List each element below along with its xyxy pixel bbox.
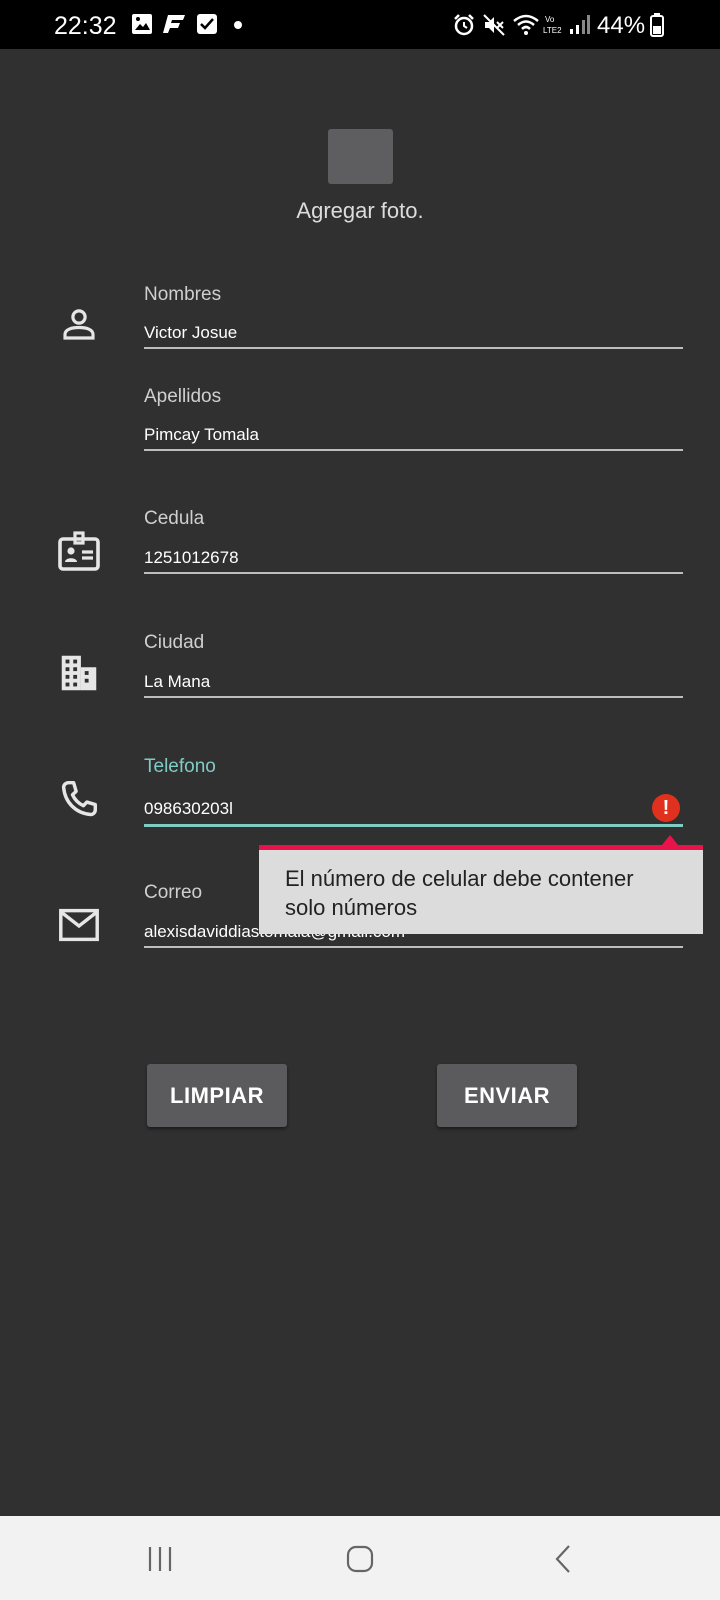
person-icon xyxy=(63,309,95,340)
recent-apps-icon[interactable] xyxy=(145,1544,175,1574)
status-bar: 22:32 Vo LTE2 44% xyxy=(0,0,720,49)
image-icon xyxy=(132,14,152,34)
home-icon[interactable] xyxy=(345,1544,375,1574)
app-f-icon xyxy=(163,15,185,33)
nombres-underline xyxy=(144,347,683,349)
svg-text:Vo: Vo xyxy=(545,15,555,24)
error-popup-arrow xyxy=(662,835,678,845)
navigation-bar xyxy=(0,1516,720,1600)
clear-button[interactable]: LIMPIAR xyxy=(147,1064,287,1127)
nombres-input[interactable]: Victor Josue xyxy=(144,323,237,343)
send-button[interactable]: ENVIAR xyxy=(437,1064,577,1127)
apellidos-underline xyxy=(144,449,683,451)
back-icon[interactable] xyxy=(548,1544,578,1574)
signal-icon xyxy=(570,15,590,34)
apellidos-label: Apellidos xyxy=(144,386,222,407)
city-icon xyxy=(61,655,97,691)
error-popup: El número de celular debe contener solo … xyxy=(259,845,703,934)
add-photo-label[interactable]: Agregar foto. xyxy=(0,198,720,224)
cedula-underline xyxy=(144,572,683,574)
id-card-icon xyxy=(58,531,100,571)
status-time: 22:32 xyxy=(54,12,117,40)
telefono-underline xyxy=(144,824,683,827)
photo-placeholder[interactable] xyxy=(328,129,393,184)
telefono-label: Telefono xyxy=(144,756,216,777)
dot-icon xyxy=(234,21,242,29)
ciudad-underline xyxy=(144,696,683,698)
mail-icon xyxy=(59,908,99,942)
apellidos-input[interactable]: Pimcay Tomala xyxy=(144,425,259,445)
svg-text:LTE2: LTE2 xyxy=(543,26,562,35)
error-message: El número de celular debe contener solo … xyxy=(285,866,634,920)
correo-label: Correo xyxy=(144,882,203,903)
mute-icon xyxy=(483,14,505,36)
battery-percentage: 44% xyxy=(597,12,646,39)
checkbox-icon xyxy=(197,14,217,34)
battery-icon xyxy=(650,13,664,37)
ciudad-input[interactable]: La Mana xyxy=(144,672,210,692)
volte-icon: Vo LTE2 xyxy=(543,15,562,35)
ciudad-label: Ciudad xyxy=(144,632,205,653)
alarm-icon xyxy=(454,14,474,36)
error-icon[interactable]: ! xyxy=(652,794,680,822)
wifi-icon xyxy=(513,14,539,35)
telefono-input[interactable]: 098630203l xyxy=(144,799,233,819)
nombres-label: Nombres xyxy=(144,284,222,305)
correo-underline xyxy=(144,946,683,948)
cedula-input[interactable]: 1251012678 xyxy=(144,548,239,568)
cedula-label: Cedula xyxy=(144,508,205,529)
phone-icon xyxy=(61,780,98,817)
